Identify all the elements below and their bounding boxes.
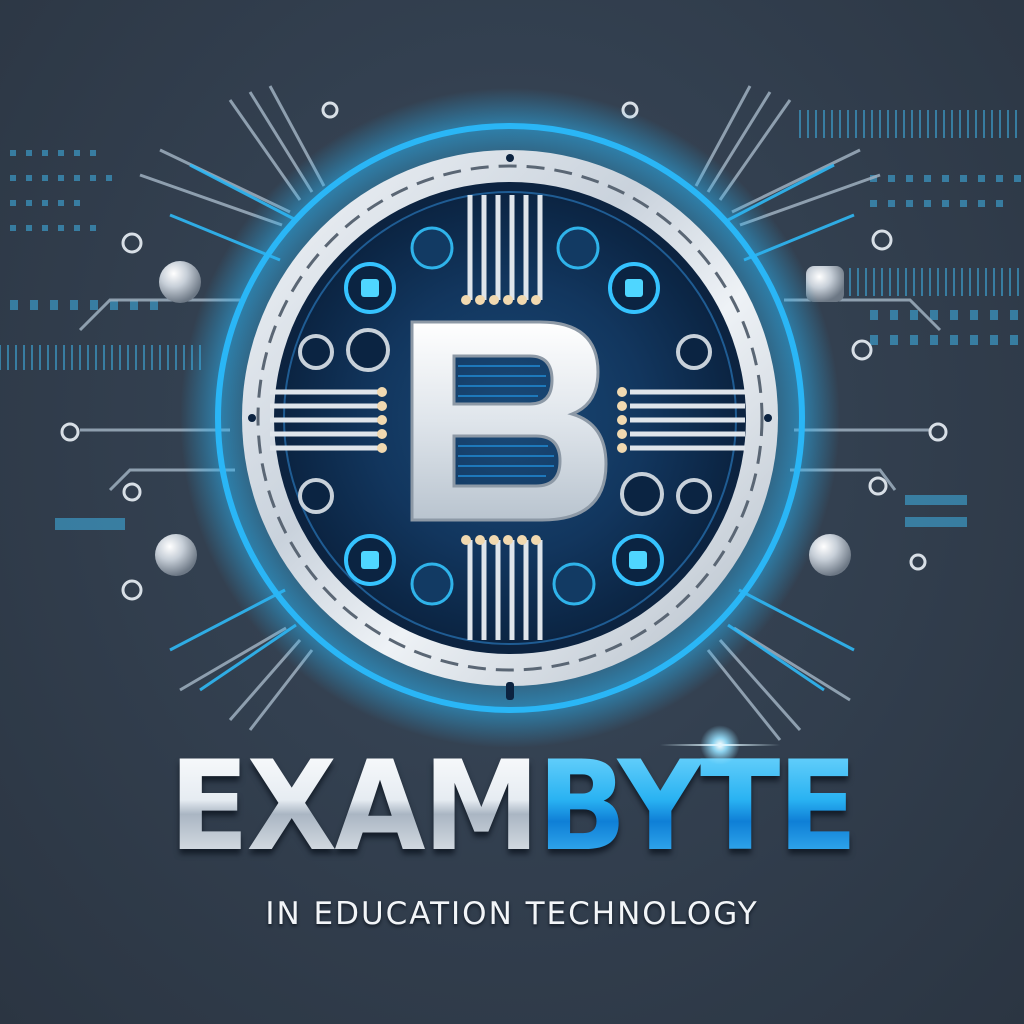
lens-flare-streak	[660, 744, 780, 746]
logo-canvas: EXAMBYTE IN EDUCATION TECHNOLOGY	[0, 0, 1024, 1024]
wordmark-exam: EXAM	[168, 735, 540, 879]
wordmark-byte: BYTE	[537, 735, 858, 879]
brand-wordmark: EXAMBYTE	[26, 745, 999, 869]
emblem-letter-b	[410, 320, 608, 522]
dot-matrix-left	[0, 150, 201, 530]
brand-tagline: IN EDUCATION TECHNOLOGY	[265, 896, 759, 932]
